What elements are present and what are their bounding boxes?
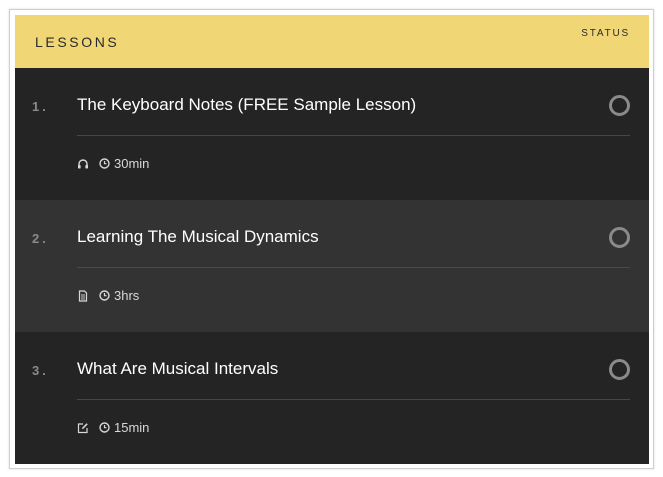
lessons-title: LESSONS xyxy=(35,33,120,50)
headphones-icon xyxy=(77,158,89,170)
lesson-meta: 3hrs xyxy=(77,288,139,303)
lesson-meta: 30min xyxy=(77,156,149,171)
clock-icon xyxy=(99,158,110,169)
status-circle-icon[interactable] xyxy=(609,359,630,380)
clock-icon xyxy=(99,290,110,301)
lesson-title-link[interactable]: The Keyboard Notes (FREE Sample Lesson) xyxy=(77,95,416,115)
status-circle-icon[interactable] xyxy=(609,95,630,116)
lessons-header: LESSONS STATUS xyxy=(15,15,649,68)
lesson-title-link[interactable]: Learning The Musical Dynamics xyxy=(77,227,319,247)
lesson-duration: 30min xyxy=(114,156,150,171)
lesson-meta: 15min xyxy=(77,420,149,435)
lesson-row[interactable]: 1. The Keyboard Notes (FREE Sample Lesso… xyxy=(15,68,649,200)
lesson-title-link[interactable]: What Are Musical Intervals xyxy=(77,359,278,379)
document-icon xyxy=(77,289,89,302)
edit-icon xyxy=(77,422,89,434)
status-column-label: STATUS xyxy=(581,28,630,39)
clock-icon xyxy=(99,422,110,433)
lessons-panel: LESSONS STATUS 1. The Keyboard Notes (FR… xyxy=(15,15,649,464)
lesson-divider xyxy=(77,399,630,400)
lesson-number: 1. xyxy=(32,99,49,114)
lesson-divider xyxy=(77,267,630,268)
lesson-number: 3. xyxy=(32,363,49,378)
lesson-divider xyxy=(77,135,630,136)
lesson-row[interactable]: 2. Learning The Musical Dynamics 3hrs xyxy=(15,200,649,332)
lesson-number: 2. xyxy=(32,231,49,246)
status-circle-icon[interactable] xyxy=(609,227,630,248)
lesson-duration: 3hrs xyxy=(114,288,140,303)
lesson-row[interactable]: 3. What Are Musical Intervals 15min xyxy=(15,332,649,464)
lesson-duration: 15min xyxy=(114,420,150,435)
